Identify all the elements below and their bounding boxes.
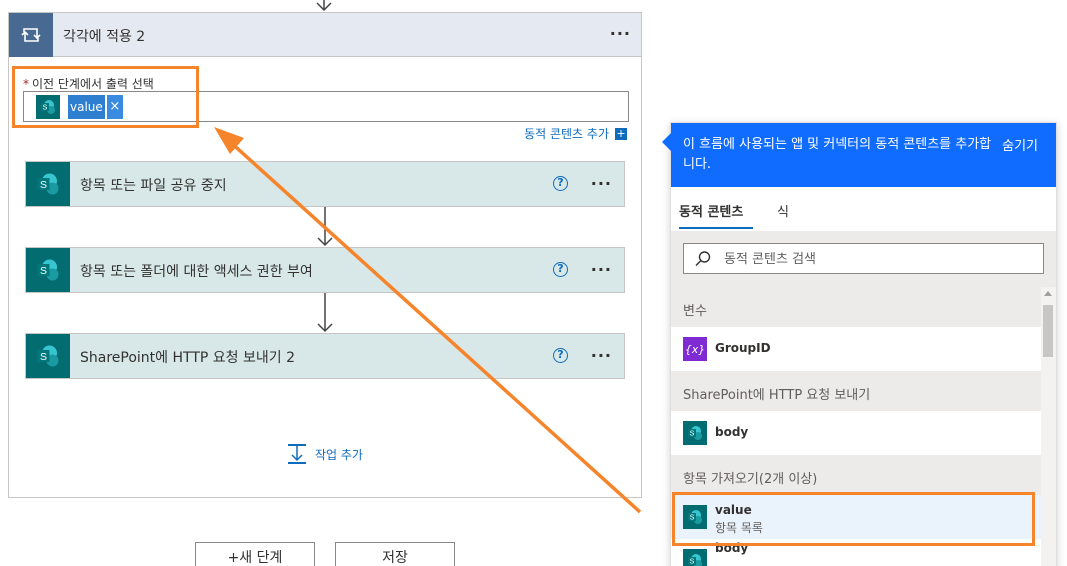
sharepoint-icon: S — [26, 248, 70, 292]
scope-header[interactable]: 각각에 적용 2 ··· — [9, 13, 641, 57]
svg-text:S: S — [690, 431, 695, 438]
highlight-box-value-item — [672, 492, 1035, 546]
action-stop-sharing[interactable]: S 항목 또는 파일 공유 중지 ? ··· — [25, 161, 625, 207]
search-box[interactable] — [683, 243, 1044, 274]
svg-text:S: S — [690, 559, 695, 566]
panel-scrollbar[interactable] — [1041, 287, 1056, 566]
help-icon[interactable]: ? — [553, 176, 568, 191]
section-header: SharePoint에 HTTP 요청 보내기 — [671, 371, 1041, 411]
plus-icon: + — [615, 126, 627, 140]
sharepoint-icon: S — [26, 162, 70, 206]
save-button[interactable]: 저장 — [335, 542, 455, 566]
panel-header: 이 흐름에 사용되는 앱 및 커넥터의 동적 콘텐츠를 추가합니다. 숨기기 — [671, 123, 1056, 187]
sharepoint-icon: S — [683, 421, 707, 445]
more-icon[interactable]: ··· — [591, 346, 612, 365]
search-zone — [671, 231, 1056, 287]
help-icon[interactable]: ? — [553, 262, 568, 277]
scope-title: 각각에 적용 2 — [63, 29, 146, 45]
more-icon[interactable]: ··· — [591, 260, 612, 279]
scroll-thumb[interactable] — [1043, 305, 1053, 357]
section-header: 항목 가져오기(2개 이상) — [671, 455, 1041, 495]
section-header: 변수 — [671, 287, 1041, 327]
item-name: body — [715, 425, 749, 439]
svg-text:S: S — [40, 265, 47, 277]
highlight-box-input — [12, 66, 199, 128]
svg-text:S: S — [40, 351, 47, 363]
sharepoint-icon: S — [26, 334, 70, 378]
action-grant-access[interactable]: S 항목 또는 폴더에 대한 액세스 권한 부여 ? ··· — [25, 247, 625, 293]
action-title: 항목 또는 파일 공유 중지 — [80, 178, 227, 194]
scope-more-icon[interactable]: ··· — [610, 24, 631, 43]
new-step-button[interactable]: +새 단계 — [195, 542, 315, 566]
panel-message: 이 흐름에 사용되는 앱 및 커넥터의 동적 콘텐츠를 추가합니다. — [683, 137, 992, 172]
list-item[interactable]: S body — [671, 411, 1041, 455]
variable-icon: {x} — [683, 337, 707, 361]
search-input[interactable] — [724, 249, 1024, 269]
action-title: SharePoint에 HTTP 요청 보내기 2 — [80, 350, 295, 366]
panel-tabs: 동적 콘텐츠 식 — [671, 187, 1056, 231]
svg-text:S: S — [40, 179, 47, 191]
connector-arrow — [317, 207, 333, 247]
scroll-up-icon[interactable] — [1044, 291, 1052, 296]
add-dynamic-content-label: 동적 콘텐츠 추가 — [524, 127, 609, 141]
loop-icon — [9, 13, 53, 57]
add-action-button[interactable]: 작업 추가 — [287, 443, 363, 465]
add-action-icon — [288, 444, 306, 464]
add-action-label: 작업 추가 — [315, 447, 363, 462]
search-icon — [695, 251, 711, 266]
sharepoint-icon: S — [683, 549, 707, 566]
more-icon[interactable]: ··· — [591, 174, 612, 193]
list-item[interactable]: {x} GroupID — [671, 327, 1041, 371]
help-icon[interactable]: ? — [553, 348, 568, 363]
action-send-http-request[interactable]: S SharePoint에 HTTP 요청 보내기 2 ? ··· — [25, 333, 625, 379]
panel-pointer — [662, 133, 671, 151]
add-dynamic-content-link[interactable]: 동적 콘텐츠 추가 + — [524, 125, 627, 142]
connector-arrow — [317, 293, 333, 333]
tab-dynamic-content[interactable]: 동적 콘텐츠 — [679, 201, 743, 220]
item-name: GroupID — [715, 341, 771, 355]
hide-button[interactable]: 숨기기 — [1002, 135, 1038, 154]
action-title: 항목 또는 폴더에 대한 액세스 권한 부여 — [80, 264, 313, 280]
active-tab-indicator — [679, 227, 753, 229]
tab-expression[interactable]: 식 — [777, 201, 789, 220]
